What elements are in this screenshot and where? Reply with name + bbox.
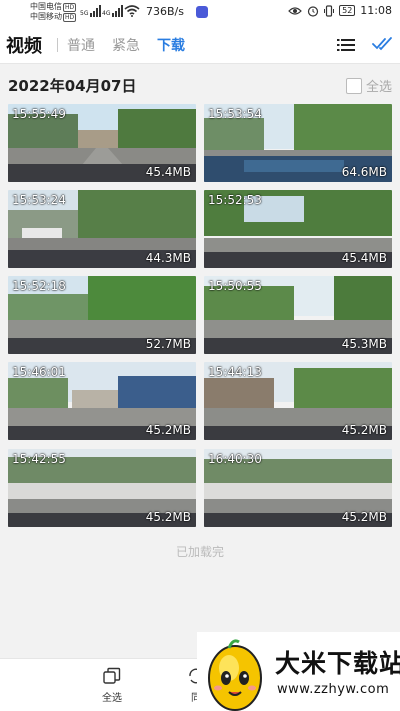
video-time: 15:46:01	[12, 365, 66, 379]
page-title: 视频	[6, 36, 42, 57]
video-time: 15:42:55	[12, 452, 66, 466]
video-size: 45.4MB	[341, 251, 387, 265]
video-thumbnail[interactable]: 15:52:18 52.7MB	[8, 276, 196, 354]
carrier-1: 中国电信	[30, 2, 62, 11]
date-label: 2022年04月07日	[8, 77, 137, 95]
select-all-action[interactable]: 全选	[92, 667, 132, 704]
video-time: 15:53:24	[12, 193, 66, 207]
site-watermark: 大米下载站 www.zzhyw.com	[197, 632, 400, 711]
select-all-action-label: 全选	[102, 693, 122, 704]
tab-emergency[interactable]: 紧急	[112, 35, 140, 55]
video-thumbnail[interactable]: 15:52:53 45.4MB	[204, 190, 392, 268]
date-group-header: 2022年04月07日 全选	[0, 64, 400, 102]
app-header: 视频 普通 紧急 下载	[0, 24, 400, 64]
wifi-icon	[124, 5, 140, 17]
video-time: 15:52:53	[208, 193, 262, 207]
video-time: 15:55:49	[12, 107, 66, 121]
video-thumbnail[interactable]: 15:53:54 64.6MB	[204, 104, 392, 182]
net-speed: 736B/s	[146, 5, 184, 18]
copy-stack-icon	[103, 667, 121, 684]
carrier-info: 中国电信 HD 中国移动 HD	[30, 2, 77, 22]
watermark-title: 大米下载站	[275, 649, 400, 678]
video-size: 45.2MB	[145, 423, 191, 437]
app-notification-icon	[196, 6, 208, 18]
carrier-2: 中国移动	[30, 12, 62, 21]
hd-badge-1: HD	[63, 3, 77, 12]
tab-download[interactable]: 下载	[157, 35, 185, 55]
video-size: 45.4MB	[145, 165, 191, 179]
video-size: 45.3MB	[341, 337, 387, 351]
battery-icon: 52	[339, 5, 356, 16]
status-bar: 中国电信 HD 中国移动 HD 5G 4G 736B/s 52 11:08	[0, 0, 400, 24]
video-size: 44.3MB	[145, 251, 191, 265]
select-all-checkbox[interactable]	[345, 77, 362, 94]
signal-2-icon: 4G	[102, 5, 124, 17]
select-all-label: 全选	[365, 80, 392, 95]
signal-1-icon: 5G	[80, 5, 102, 17]
egg-mascot-logo	[208, 639, 262, 711]
video-thumbnail[interactable]: 15:44:13 45.2MB	[204, 362, 392, 440]
alarm-icon	[308, 5, 319, 17]
load-complete-text: 已加载完	[175, 545, 224, 559]
clock: 11:08	[360, 4, 392, 17]
video-time: 15:52:18	[12, 279, 66, 293]
double-check-icon[interactable]	[372, 36, 392, 52]
video-time: 15:44:13	[208, 365, 262, 379]
video-time: 15:53:54	[208, 107, 262, 121]
signal-2-label: 4G	[102, 10, 111, 17]
select-all-toggle[interactable]: 全选	[345, 76, 392, 95]
video-thumbnail[interactable]: 15:46:01 45.2MB	[8, 362, 196, 440]
watermark-url: www.zzhyw.com	[277, 682, 390, 697]
battery-level: 52	[342, 6, 353, 15]
video-thumbnail[interactable]: 16:40:30 45.2MB	[204, 449, 392, 527]
hd-badge-2: HD	[63, 13, 77, 22]
tab-normal[interactable]: 普通	[67, 35, 95, 55]
eye-icon	[288, 6, 302, 15]
video-time: 16:40:30	[208, 452, 262, 466]
video-size: 45.2MB	[341, 510, 387, 524]
video-thumbnail[interactable]: 15:42:55 45.2MB	[8, 449, 196, 527]
video-size: 45.2MB	[145, 510, 191, 524]
video-thumbnail[interactable]: 15:53:24 44.3MB	[8, 190, 196, 268]
vibrate-icon	[324, 4, 335, 17]
video-time: 15:50:55	[208, 279, 262, 293]
status-right-group: 52 11:08	[288, 4, 392, 17]
video-size: 52.7MB	[145, 337, 191, 351]
video-thumbnail[interactable]: 15:50:55 45.3MB	[204, 276, 392, 354]
list-icon[interactable]	[337, 39, 355, 51]
title-divider	[57, 38, 58, 52]
video-size: 45.2MB	[341, 423, 387, 437]
signal-1-label: 5G	[80, 10, 89, 17]
video-thumbnail[interactable]: 15:55:49 45.4MB	[8, 104, 196, 182]
video-size: 64.6MB	[341, 165, 387, 179]
